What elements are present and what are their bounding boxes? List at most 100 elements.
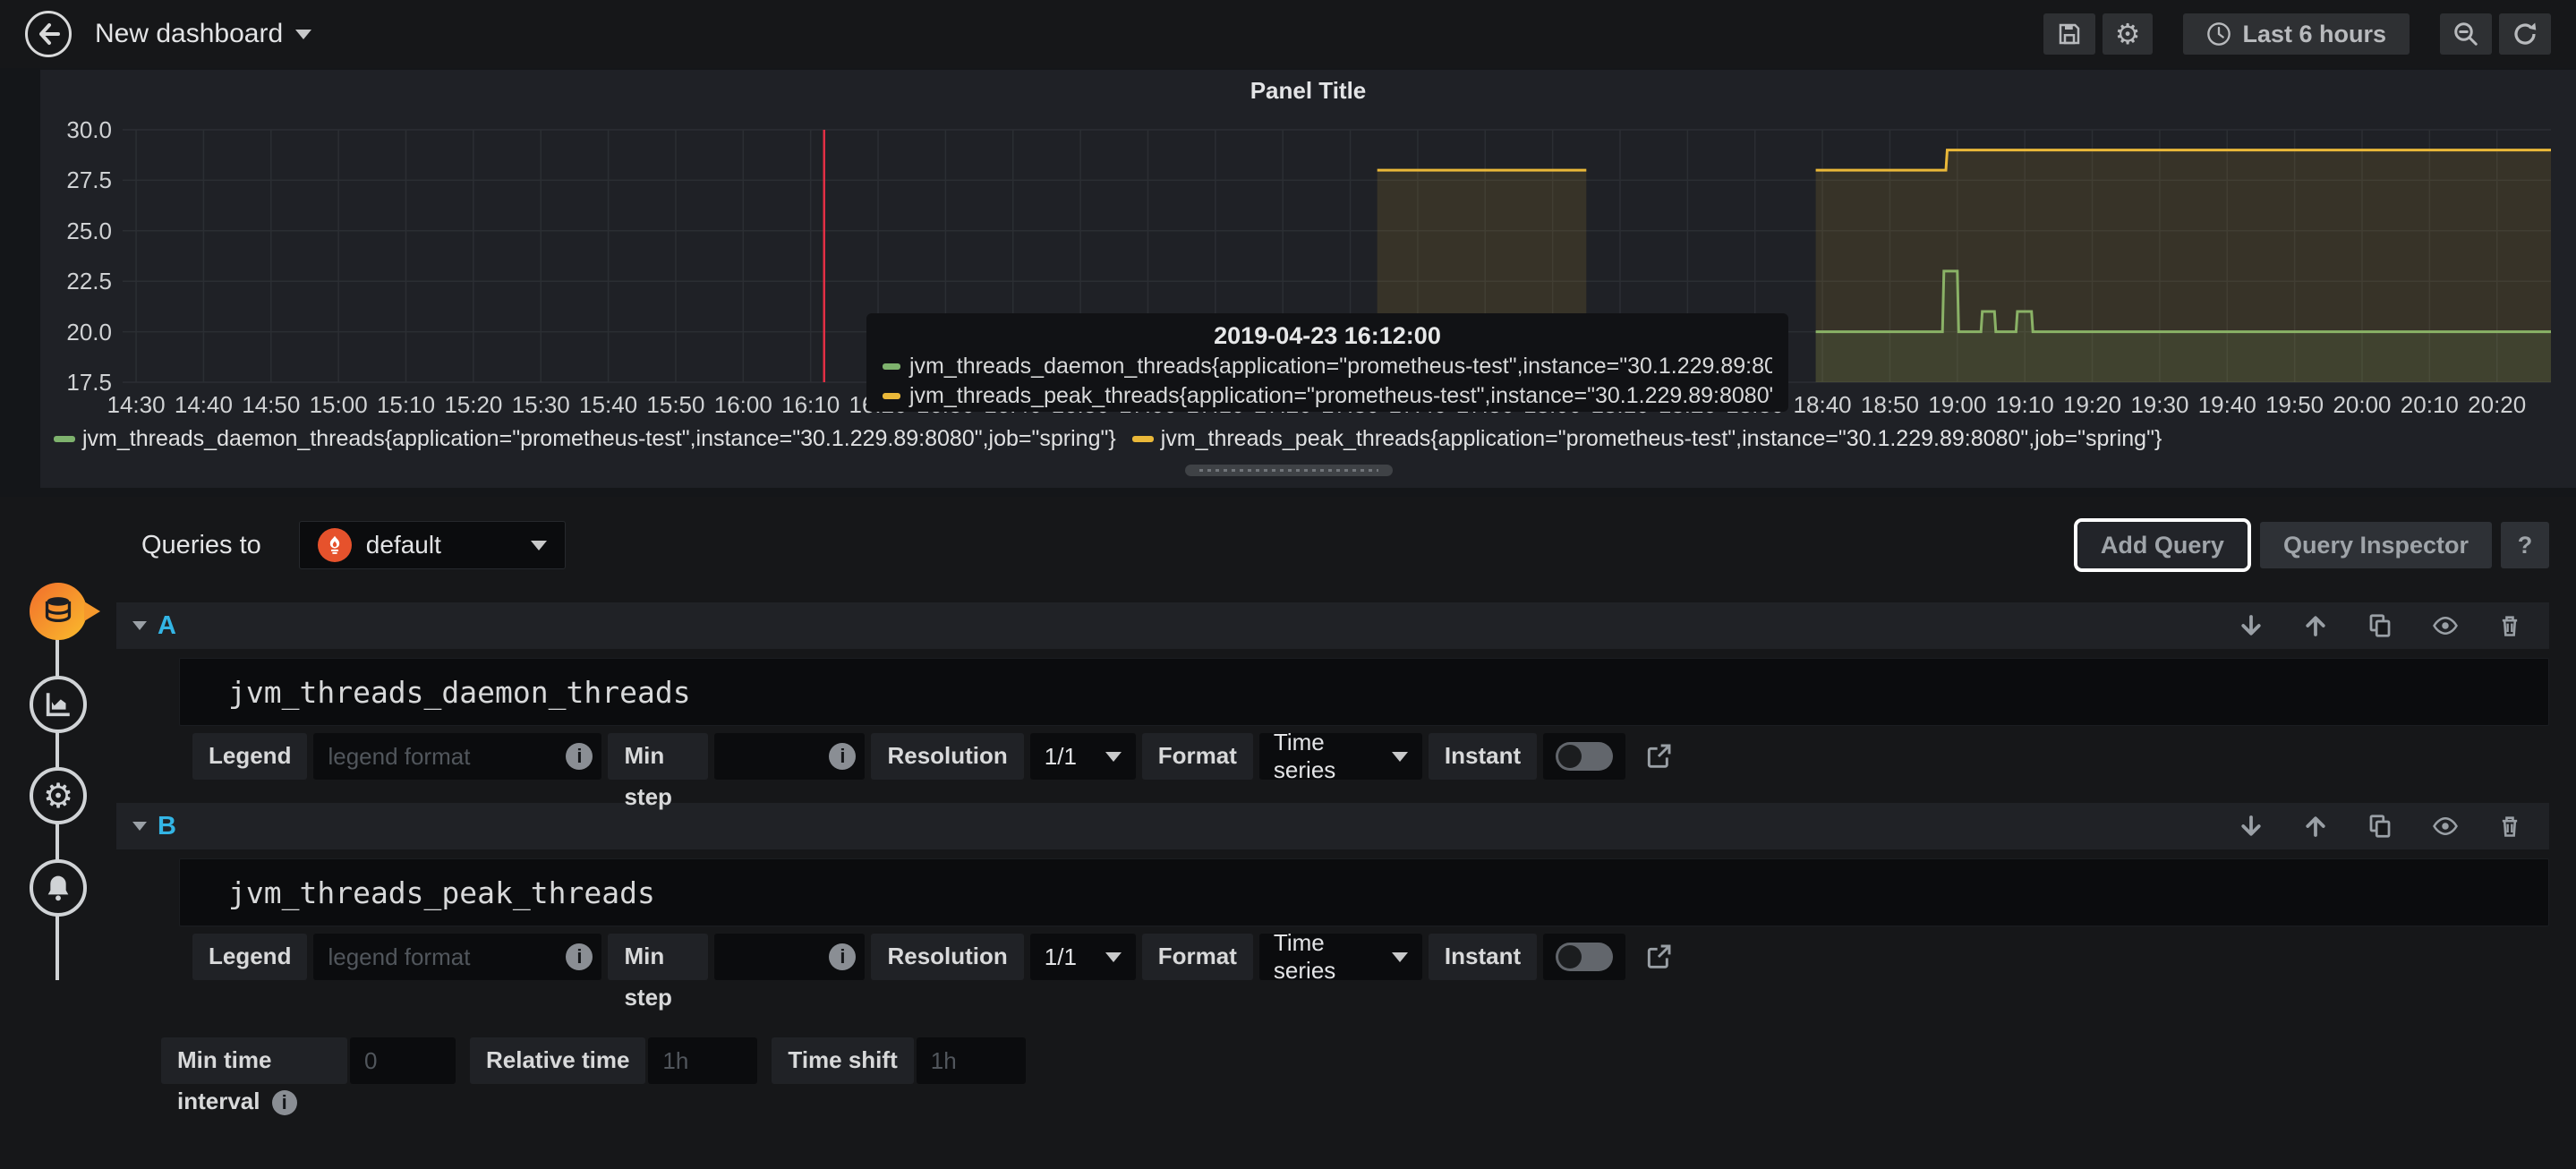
legend-series-color <box>54 436 75 442</box>
toggle-knob <box>1556 742 1613 771</box>
disable-query-eye-icon[interactable] <box>2431 813 2460 840</box>
legend-format-input[interactable] <box>313 733 566 780</box>
zoom-out-icon <box>2452 21 2479 47</box>
panel-editor: ⚙ Queries to default <box>0 497 2576 1169</box>
datasource-value: default <box>366 531 516 559</box>
min-step-label: Min step <box>608 934 708 980</box>
series-fill <box>1378 170 1587 382</box>
query-row-header[interactable]: A <box>116 602 2549 649</box>
resolution-select[interactable]: 1/1 <box>1030 934 1136 980</box>
move-query-down-icon[interactable] <box>2238 813 2265 840</box>
instant-toggle[interactable] <box>1543 733 1625 780</box>
dashboard-title-menu[interactable]: New dashboard <box>95 19 311 49</box>
resolution-label: Resolution <box>871 733 1023 780</box>
instant-toggle[interactable] <box>1543 934 1625 980</box>
help-button[interactable]: ? <box>2501 522 2549 568</box>
chevron-down-icon <box>1392 952 1408 962</box>
min-step-field[interactable]: i <box>714 934 865 980</box>
min-step-input[interactable] <box>714 934 829 980</box>
delete-query-trash-icon[interactable] <box>2497 612 2522 639</box>
tab-queries[interactable] <box>30 583 87 640</box>
time-range-picker[interactable]: Last 6 hours <box>2183 13 2410 55</box>
resolution-value: 1/1 <box>1045 743 1093 771</box>
legend-item[interactable]: jvm_threads_peak_threads{application="pr… <box>1132 426 2162 452</box>
format-value: Time series <box>1274 729 1388 784</box>
dashboard-title: New dashboard <box>95 19 283 49</box>
time-shift-field[interactable] <box>917 1037 1026 1084</box>
queries-to-label: Queries to <box>141 531 261 560</box>
legend-item[interactable]: jvm_threads_daemon_threads{application="… <box>54 426 1116 452</box>
format-select[interactable]: Time series <box>1259 934 1422 980</box>
legend-format-input[interactable] <box>313 934 566 980</box>
disable-query-eye-icon[interactable] <box>2431 612 2460 639</box>
panel-title: Panel Title <box>40 77 2576 105</box>
share-query-icon[interactable] <box>1644 934 1673 980</box>
format-label: Format <box>1142 733 1253 780</box>
legend-label: Legend <box>192 934 307 980</box>
instant-label: Instant <box>1429 934 1537 980</box>
arrow-left-icon <box>35 21 62 47</box>
query-inspector-button[interactable]: Query Inspector <box>2260 522 2492 568</box>
panel-wide-options: Min time interval i Relative time Time s… <box>161 1037 2549 1084</box>
move-query-up-icon[interactable] <box>2302 612 2329 639</box>
min-step-label: Min step <box>608 733 708 780</box>
share-query-icon[interactable] <box>1644 733 1673 780</box>
area-chart-icon <box>43 689 73 720</box>
resolution-select[interactable]: 1/1 <box>1030 733 1136 780</box>
y-axis-tick-label: 20.0 <box>47 319 112 346</box>
legend-format-field[interactable]: i <box>313 733 601 780</box>
min-step-field[interactable]: i <box>714 733 865 780</box>
delete-query-trash-icon[interactable] <box>2497 813 2522 840</box>
duplicate-query-icon[interactable] <box>2367 813 2393 840</box>
chevron-down-icon <box>295 30 311 39</box>
plot-area[interactable] <box>123 130 2551 382</box>
gear-icon: ⚙ <box>2115 17 2141 51</box>
move-query-down-icon[interactable] <box>2238 612 2265 639</box>
promql-query-input[interactable]: jvm_threads_daemon_threads <box>179 658 2549 726</box>
bell-icon <box>44 874 73 902</box>
min-time-interval-text: Min time interval <box>177 1046 271 1114</box>
prometheus-icon <box>318 528 352 562</box>
zoom-out-button[interactable] <box>2440 13 2492 55</box>
min-time-interval-field[interactable] <box>350 1037 456 1084</box>
save-dashboard-button[interactable] <box>2043 13 2095 55</box>
y-axis-tick-label: 30.0 <box>47 116 112 144</box>
refresh-button[interactable] <box>2499 13 2551 55</box>
panel-editor-sidebar: ⚙ <box>0 497 116 1169</box>
min-step-input[interactable] <box>714 733 829 780</box>
panel-settings-button[interactable]: ⚙ <box>2103 13 2154 55</box>
chevron-down-icon <box>1392 752 1408 762</box>
queries-header-row: Queries to default Add Query Query <box>116 520 2549 570</box>
query-row-a: A jvm_threads_daemon_threads Legend <box>116 602 2549 780</box>
resolution-label: Resolution <box>871 934 1023 980</box>
datasource-picker[interactable]: default <box>299 521 566 569</box>
format-select[interactable]: Time series <box>1259 733 1422 780</box>
info-icon: i <box>566 943 593 970</box>
promql-query-input[interactable]: jvm_threads_peak_threads <box>179 858 2549 926</box>
timeseries-chart[interactable]: 30.027.525.022.520.017.514:3014:4014:501… <box>123 130 2551 382</box>
back-button[interactable] <box>25 11 72 57</box>
legend-series-name: jvm_threads_peak_threads{application="pr… <box>1161 426 2162 452</box>
query-ref-letter: A <box>158 611 176 641</box>
relative-time-input[interactable] <box>648 1037 757 1084</box>
add-query-button[interactable]: Add Query <box>2077 522 2248 568</box>
move-query-up-icon[interactable] <box>2302 813 2329 840</box>
time-range-label: Last 6 hours <box>2242 21 2386 48</box>
legend-format-field[interactable]: i <box>313 934 601 980</box>
query-row-b: B jvm_threads_peak_threads Legend <box>116 803 2549 980</box>
tab-visualization[interactable] <box>30 676 87 733</box>
query-row-header[interactable]: B <box>116 803 2549 849</box>
duplicate-query-icon[interactable] <box>2367 612 2393 639</box>
top-navbar: New dashboard ⚙ Last 6 hours <box>0 0 2576 68</box>
x-axis-tick-label: 20:20 <box>2452 391 2542 419</box>
min-time-interval-input[interactable] <box>350 1037 456 1084</box>
time-shift-input[interactable] <box>917 1037 1026 1084</box>
tab-general[interactable]: ⚙ <box>30 767 87 824</box>
graph-panel: Panel Title 30.027.525.022.520.017.514:3… <box>40 70 2576 488</box>
tab-alert[interactable] <box>30 859 87 917</box>
section-resize-handle[interactable] <box>1185 465 1393 476</box>
chevron-down-icon <box>1105 952 1122 962</box>
time-shift-label: Time shift <box>772 1037 913 1084</box>
relative-time-field[interactable] <box>648 1037 757 1084</box>
instant-label: Instant <box>1429 733 1537 780</box>
